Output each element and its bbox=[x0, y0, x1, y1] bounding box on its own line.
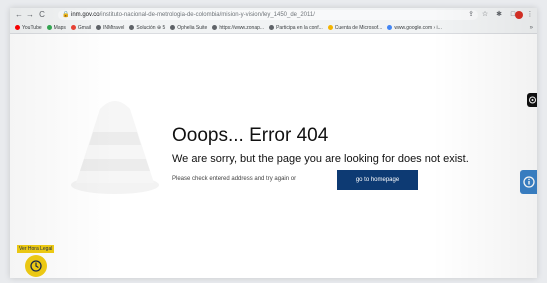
bookmark-label: www.google.com › i... bbox=[394, 25, 442, 31]
error-page: Ooops... Error 404 We are sorry, but the… bbox=[10, 35, 537, 278]
bookmark-item[interactable]: https://www.zonap... bbox=[212, 22, 265, 33]
bookmark-item[interactable]: YouTube bbox=[15, 22, 42, 33]
bookmarks-bar: YouTube Maps Gmail INMtravel Solución ⊕ 5 Oph… bbox=[10, 22, 537, 34]
bookmark-favicon-icon bbox=[269, 24, 275, 30]
address-bar[interactable]: 🔒 inm.gov.co/instituto-nacional-de-metro… bbox=[58, 10, 478, 20]
bookmark-label: Maps bbox=[53, 25, 66, 31]
url-path: /instituto-nacional-de-metrologia-de-col… bbox=[99, 12, 315, 18]
error-hint: Please check entered address and try aga… bbox=[172, 176, 297, 182]
more-bookmarks-icon[interactable]: » bbox=[530, 22, 533, 33]
profile-avatar[interactable] bbox=[515, 11, 523, 19]
bookmark-label: Ophelia Suite bbox=[177, 25, 208, 31]
bookmark-label: Gmail bbox=[77, 25, 91, 31]
bookmark-favicon-icon bbox=[95, 24, 101, 30]
info-widget[interactable] bbox=[520, 170, 537, 194]
lock-icon[interactable]: 🔒 bbox=[62, 11, 69, 18]
bookmark-label: YouTube bbox=[22, 25, 42, 31]
bookmark-favicon-icon bbox=[170, 24, 176, 30]
bookmark-item[interactable]: Participa en la conf... bbox=[269, 22, 323, 33]
bookmark-label: Participa en la conf... bbox=[276, 25, 323, 31]
bookmark-item[interactable]: Ophelia Suite bbox=[170, 22, 208, 33]
bookmark-item[interactable]: Cuenta de Microsof... bbox=[327, 22, 383, 33]
traffic-cone-icon bbox=[71, 101, 159, 194]
back-icon[interactable]: ← bbox=[14, 10, 24, 20]
bookmark-item[interactable]: INMtravel bbox=[95, 22, 125, 33]
reload-icon[interactable]: C bbox=[37, 10, 47, 20]
bookmark-favicon-icon bbox=[387, 24, 393, 30]
bookmark-favicon-icon bbox=[129, 24, 135, 30]
url-host: inm.gov.co bbox=[71, 12, 100, 18]
share-icon[interactable]: ⇪ bbox=[466, 10, 476, 20]
bookmark-favicon-icon bbox=[70, 24, 76, 30]
bookmark-item[interactable]: Maps bbox=[46, 22, 66, 33]
bookmark-item[interactable]: Gmail bbox=[70, 22, 91, 33]
accessibility-icon bbox=[529, 96, 536, 104]
bookmark-item[interactable]: www.google.com › i... bbox=[387, 22, 442, 33]
clock-icon bbox=[30, 260, 42, 272]
extensions-icon[interactable]: ✱ bbox=[494, 10, 504, 20]
menu-icon[interactable]: ⋮ bbox=[525, 10, 535, 20]
ver-hora-legal-label[interactable]: Ver Hora Legal bbox=[17, 245, 55, 253]
bookmark-label: INMtravel bbox=[102, 25, 125, 31]
bookmark-favicon-icon bbox=[46, 24, 52, 30]
browser-toolbar: ← → C 🔒 inm.gov.co/instituto-nacional-de… bbox=[10, 8, 537, 22]
bookmark-favicon-icon bbox=[327, 24, 333, 30]
bookmark-favicon-icon bbox=[212, 24, 218, 30]
go-to-homepage-button[interactable]: go to homepage bbox=[337, 170, 418, 190]
accessibility-widget[interactable] bbox=[527, 93, 537, 107]
star-icon[interactable]: ☆ bbox=[480, 10, 490, 20]
clock-button[interactable] bbox=[25, 255, 47, 277]
url-text[interactable]: inm.gov.co/instituto-nacional-de-metrolo… bbox=[71, 11, 315, 19]
forward-icon[interactable]: → bbox=[25, 10, 35, 20]
bookmark-favicon-icon bbox=[15, 24, 20, 30]
browser-window: ← → C 🔒 inm.gov.co/instituto-nacional-de… bbox=[10, 8, 537, 278]
error-message: We are sorry, but the page you are looki… bbox=[172, 153, 469, 165]
error-title: Ooops... Error 404 bbox=[172, 125, 329, 146]
bookmark-item[interactable]: Solución ⊕ 5 bbox=[129, 22, 166, 33]
bookmark-label: Cuenta de Microsof... bbox=[334, 25, 383, 31]
info-icon bbox=[523, 176, 535, 188]
bookmark-label: https://www.zonap... bbox=[219, 25, 265, 31]
bookmark-label: Solución ⊕ 5 bbox=[136, 25, 166, 31]
